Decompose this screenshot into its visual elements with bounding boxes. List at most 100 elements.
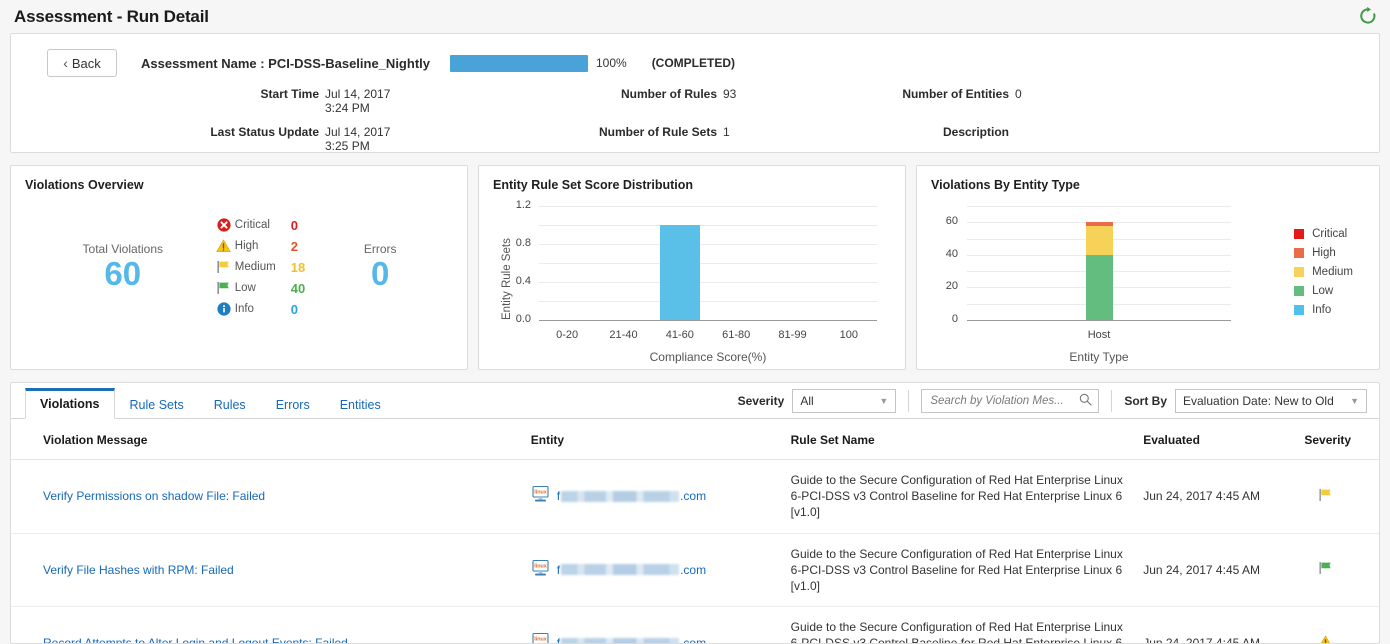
gridline-5 [539,225,877,226]
severity-label-high: High [234,240,259,252]
y-tick-1: 0.4 [515,275,531,287]
cell-severity [1298,459,1379,534]
gridline-4 [539,244,877,245]
stack-segment-high [1085,222,1113,226]
meta-value-number-of-rule-sets: 1 [723,125,730,139]
legend-swatch-low [1294,285,1305,296]
tab-rules[interactable]: Rules [199,389,261,419]
search-input[interactable]: Search by Violation Mes... [921,389,1100,413]
y-tick-2: 40 [945,247,958,260]
legend-item-high: High [1294,243,1353,262]
column-header-severity: Severity [1298,419,1379,460]
linux-host-icon: linux [531,632,550,643]
legend-label-info: Info [1312,303,1332,316]
x-tick-5: 100 [839,329,858,341]
rule-set-name-text: Guide to the Secure Configuration of Red… [790,473,1123,520]
x-axis-label: Entity Type [1069,350,1129,364]
medium-flag-icon [213,260,235,274]
violation-message-link[interactable]: Verify File Hashes with RPM: Failed [43,563,234,577]
linux-host-icon: linux [531,559,550,581]
cell-evaluated: Jun 24, 2017 4:45 AM [1137,459,1299,534]
table-row[interactable]: Verify Permissions on shadow File: Faile… [11,459,1379,534]
refresh-icon[interactable] [1358,6,1378,26]
search-placeholder: Search by Violation Mes... [930,395,1064,407]
severity-value-low: 40 [290,280,306,296]
tab-violations[interactable]: Violations [25,388,115,419]
cell-rule-set-name: Guide to the Secure Configuration of Red… [784,606,1138,643]
table-row[interactable]: Verify File Hashes with RPM: Failed linux… [11,533,1379,608]
y-tick-3: 1.2 [515,199,531,211]
tab-bar: Violations Rule Sets Rules Errors Entiti… [11,383,1379,419]
meta-label-description: Description [942,125,1009,139]
violation-message-link[interactable]: Record Attempts to Alter Login and Logou… [43,636,348,643]
sort-by-value: Evaluation Date: New to Old [1183,394,1334,408]
severity-value-high: 2 [290,238,298,254]
severity-label-info: Info [234,303,254,315]
legend-swatch-high [1294,247,1305,258]
legend-swatch-medium [1294,266,1305,277]
violations-table-body: Verify Permissions on shadow File: Faile… [11,459,1379,644]
legend-label-critical: Critical [1312,227,1348,240]
assessment-name: Assessment Name : PCI-DSS-Baseline_Night… [141,55,430,71]
chevron-down-icon: ▼ [879,396,889,406]
errors-label: Errors [363,241,397,256]
score-distribution-title: Entity Rule Set Score Distribution [493,178,694,192]
violation-message-link[interactable]: Verify Permissions on shadow File: Faile… [43,489,265,503]
back-button-label: Back [71,55,101,71]
cell-violation-message: Verify Permissions on shadow File: Faile… [11,459,525,534]
legend-label-low: Low [1312,284,1334,297]
entity-host-suffix: .com [680,636,707,644]
column-header-rule-set-name: Rule Set Name [784,419,1138,460]
column-header-evaluated: Evaluated [1137,419,1299,460]
tab-entities[interactable]: Entities [325,389,396,419]
info-circle-icon [213,302,235,316]
meta-value-number-of-rules: 93 [723,87,737,101]
meta-value-description [1015,125,1075,153]
progress-bar [449,54,588,72]
progress-percent: 100% [595,56,627,70]
x-tick-0: Host [1087,329,1111,341]
severity-label-critical: Critical [234,219,270,231]
filter-divider-2 [1111,390,1113,412]
cell-entity: linux f .com [524,533,785,608]
entity-host-link[interactable]: f .com [557,563,706,577]
low-flag-icon [1318,562,1333,578]
gridline-2 [539,282,877,283]
charts-row: Violations Overview Total Violations 60 … [10,165,1380,370]
severity-filter-select[interactable]: All ▼ [792,389,897,413]
stack-segment-low [1085,254,1113,320]
x-axis-line [539,320,877,321]
severity-row-critical: Critical 0 [213,216,305,234]
meta-value-last-status-update: Jul 14, 2017 3:25 PM [325,125,391,153]
errors-value: 0 [371,254,390,292]
meta-label-number-of-entities: Number of Entities [902,87,1009,101]
entity-host-link[interactable]: f .com [557,636,707,644]
violations-overview-card: Violations Overview Total Violations 60 … [10,165,468,370]
legend-item-medium: Medium [1294,262,1353,281]
severity-breakdown-list: Critical 0 High 2 Medium 18 Low 40 Info … [213,216,305,318]
cell-rule-set-name: Guide to the Secure Configuration of Red… [784,533,1138,608]
severity-value-medium: 18 [290,259,306,275]
high-warning-icon [213,239,235,253]
y-tick-1: 20 [945,280,958,293]
back-button[interactable]: ‹ Back [47,49,117,77]
severity-label-medium: Medium [234,261,276,273]
page-title: Assessment - Run Detail [14,6,209,26]
entity-host-link[interactable]: f .com [557,489,706,503]
medium-flag-icon [1318,488,1333,505]
severity-value-critical: 0 [290,217,298,233]
column-header-entity: Entity [524,419,785,460]
score-distribution-plot: Entity Rule Sets 0.0 0.4 0.8 1.2 0-20 21-40 41-… [493,198,891,366]
table-row[interactable]: Record Attempts to Alter Login and Logou… [11,606,1379,644]
svg-text:linux: linux [534,490,547,496]
cell-entity: linux f .com [524,459,785,534]
total-violations-label: Total Violations [82,241,164,256]
page-header: Assessment - Run Detail [0,0,1390,33]
score-distribution-card: Entity Rule Set Score Distribution Entit… [478,165,906,370]
sort-by-select[interactable]: Evaluation Date: New to Old ▼ [1175,389,1367,413]
cell-severity [1298,533,1379,608]
entity-host-redacted [561,490,680,502]
tab-errors[interactable]: Errors [261,389,325,419]
chevron-left-icon: ‹ [63,54,68,71]
tab-rule-sets[interactable]: Rule Sets [115,389,199,419]
